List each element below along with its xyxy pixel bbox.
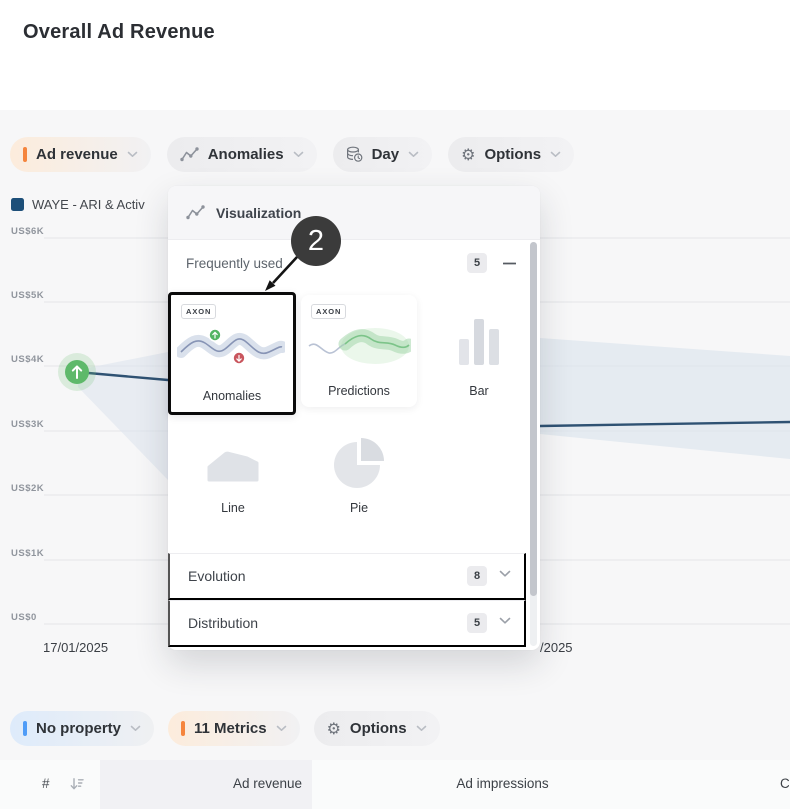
metrics-color-bar-icon [181,721,185,736]
visualization-type-button[interactable]: Anomalies [167,137,317,172]
column-header-ad-revenue[interactable]: Ad revenue [150,776,302,791]
distribution-count-badge: 5 [467,613,487,633]
metrics-table-header: # Ad revenue Ad impressions C [0,760,790,809]
axon-badge: AXON [181,304,216,319]
chevron-down-icon [293,151,304,158]
chevron-down-icon [130,725,141,732]
gear-icon: ⚙ [461,147,475,163]
minus-icon [503,262,516,265]
visualization-panel-header: Visualization [168,186,540,240]
series-swatch-icon [11,198,24,211]
y-axis-label: US$4K [11,354,44,365]
panel-scrollbar-thumb[interactable] [530,242,537,596]
page-title: Overall Ad Revenue [23,21,215,44]
time-interval-label: Day [372,146,400,163]
gear-icon: ⚙ [327,721,341,737]
y-axis-label: US$0 [11,612,37,623]
table-options-button[interactable]: ⚙ Options [314,711,440,746]
ad-revenue-report: Overall Ad Revenue Ad revenue Anomalies … [0,0,790,809]
chevron-down-icon [276,725,287,732]
visualization-panel: Visualization Frequently used 5 AXON Ano… [168,186,540,650]
column-header-ad-impressions[interactable]: Ad impressions [420,776,585,791]
group-label: Evolution [188,568,246,584]
property-filter-label: No property [36,720,121,737]
metric-filter-button[interactable]: Ad revenue [10,137,151,172]
y-axis-label: US$1K [11,548,44,559]
panel-title: Visualization [216,205,301,221]
y-axis-label: US$6K [11,226,44,237]
group-label: Distribution [188,615,258,631]
tile-label: Pie [301,501,417,515]
anomaly-point [58,353,96,391]
chevron-down-icon [550,151,561,158]
metrics-selector-button[interactable]: 11 Metrics [168,711,300,746]
collapse-section-button[interactable] [500,254,518,272]
tile-label: Predictions [301,384,417,398]
chart-legend[interactable]: WAYE - ARI & Activ [11,197,145,212]
metric-color-bar-icon [23,147,27,162]
bar-chart-icon [457,315,501,367]
viz-tile-anomalies[interactable]: AXON Anomalies [168,292,296,415]
anomalies-thumbnail-icon [177,322,285,372]
confidence-band-right [540,338,790,459]
metric-filter-label: Ad revenue [36,146,118,163]
column-header-clipped[interactable]: C [780,776,789,791]
annotation-arrow-icon [259,253,307,297]
tile-label: Bar [420,384,538,398]
x-axis-label-start: 17/01/2025 [43,640,108,655]
pie-chart-icon [332,436,386,490]
database-clock-icon [346,146,363,163]
predictions-thumbnail-icon [307,322,411,372]
property-filter-button[interactable]: No property [10,711,154,746]
table-toolbar: No property 11 Metrics ⚙ Options [10,711,440,746]
confidence-band-left [77,352,168,480]
chart-options-label: Options [484,146,541,163]
metrics-selector-label: 11 Metrics [194,720,267,737]
anomalies-icon [186,205,205,220]
viz-tile-pie[interactable]: Pie [301,428,417,524]
y-axis-label: US$2K [11,483,44,494]
chevron-down-icon[interactable] [499,617,511,625]
line-chart-icon [206,441,260,483]
chevron-down-icon [416,725,427,732]
time-interval-button[interactable]: Day [333,137,433,172]
y-axis-label: US$5K [11,290,44,301]
sort-descending-icon[interactable] [70,777,84,791]
table-options-label: Options [350,720,407,737]
column-header-index[interactable]: # [42,776,50,791]
chart-options-button[interactable]: ⚙ Options [448,137,574,172]
anomalies-icon [180,147,199,162]
frequently-used-count-badge: 5 [467,253,487,273]
tile-label: Anomalies [171,389,293,403]
tile-label: Line [172,501,294,515]
axon-badge: AXON [311,304,346,319]
chart-toolbar: Ad revenue Anomalies Day ⚙ Options [10,137,574,172]
evolution-count-badge: 8 [467,566,487,586]
visualization-type-label: Anomalies [208,146,284,163]
report-header: Overall Ad Revenue [0,0,790,110]
chevron-down-icon [127,151,138,158]
property-color-bar-icon [23,721,27,736]
series-label: WAYE - ARI & Activ [32,197,145,212]
chevron-down-icon [408,151,419,158]
viz-tile-bar[interactable]: Bar [420,295,538,407]
chevron-down-icon[interactable] [499,570,511,578]
viz-tile-predictions[interactable]: AXON Predictions [301,295,417,407]
viz-tile-line[interactable]: Line [172,428,294,524]
x-axis-label-end: /2025 [540,640,573,655]
y-axis-label: US$3K [11,419,44,430]
